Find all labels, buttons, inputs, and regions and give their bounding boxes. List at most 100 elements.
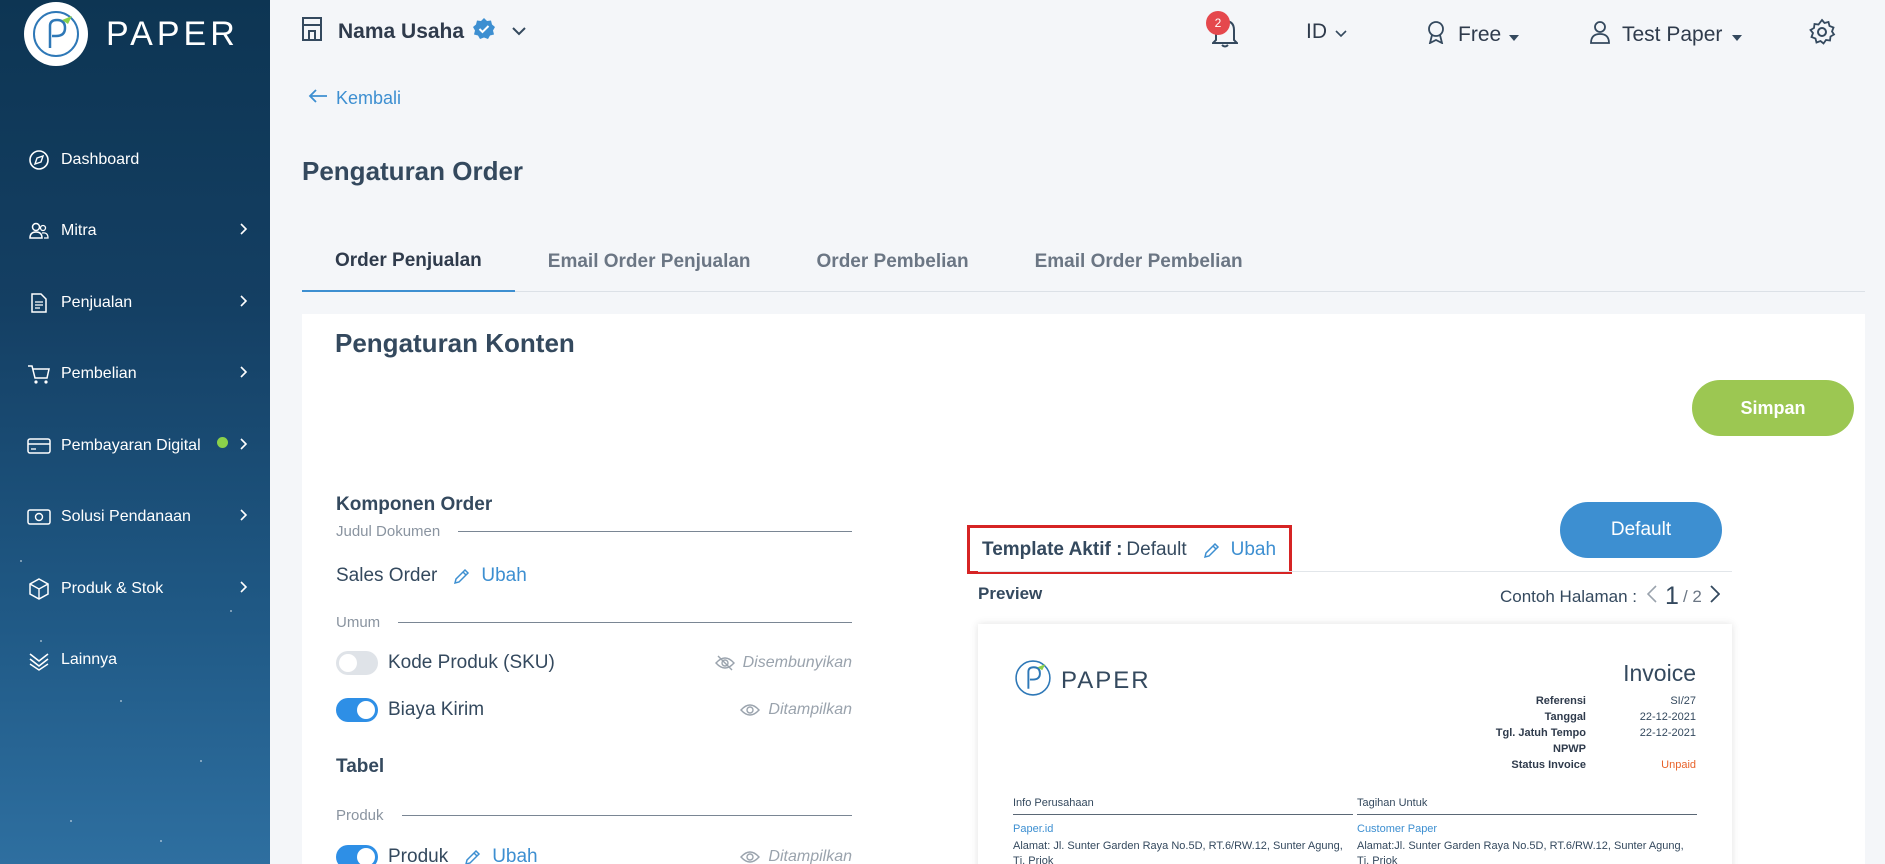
caret-down-icon xyxy=(1509,23,1520,47)
sidebar-item-label: Produk & Stok xyxy=(61,579,164,597)
document-title-row: Sales Order Ubah xyxy=(336,565,527,587)
active-template-value: Default xyxy=(1126,538,1187,560)
divider xyxy=(398,622,852,623)
judul-dokumen-label: Judul Dokumen xyxy=(336,523,852,540)
page-sample-pager: Contoh Halaman : 1 / 2 xyxy=(1500,582,1721,611)
default-template-button[interactable]: Default xyxy=(1560,502,1722,558)
chevron-right-icon xyxy=(240,294,248,312)
biaya-kirim-toggle[interactable] xyxy=(336,698,378,722)
caret-down-icon xyxy=(1732,23,1743,47)
tab-email-order-pembelian[interactable]: Email Order Pembelian xyxy=(1002,232,1276,292)
store-icon xyxy=(300,16,324,47)
status-dot xyxy=(216,437,228,449)
users-icon xyxy=(27,219,51,243)
sidebar-item-mitra[interactable]: Mitra xyxy=(0,196,270,268)
sidebar-item-label: Mitra xyxy=(61,222,97,240)
pencil-icon xyxy=(465,849,481,864)
chevron-right-icon[interactable] xyxy=(1710,585,1721,608)
notification-count-badge: 2 xyxy=(1206,11,1230,35)
user-menu[interactable]: Test Paper xyxy=(1590,20,1743,50)
tab-order-penjualan[interactable]: Order Penjualan xyxy=(302,232,515,292)
pencil-icon xyxy=(454,568,470,585)
page-total: / 2 xyxy=(1682,586,1702,606)
field-row-kode-produk: Kode Produk (SKU) Disembunyikan xyxy=(336,651,852,675)
sidebar-item-penjualan[interactable]: Penjualan xyxy=(0,267,270,339)
divider xyxy=(978,571,1732,572)
chevron-right-icon xyxy=(240,580,248,598)
tab-bar: Order Penjualan Email Order Penjualan Or… xyxy=(302,232,1865,292)
eye-icon xyxy=(740,851,761,863)
back-label: Kembali xyxy=(336,88,402,108)
kode-produk-toggle[interactable] xyxy=(336,651,378,675)
paper-logo-icon xyxy=(1013,658,1053,703)
chevron-down-icon[interactable] xyxy=(512,23,526,41)
back-link[interactable]: Kembali xyxy=(308,88,401,109)
page-current: 1 xyxy=(1665,582,1679,610)
umum-label: Umum xyxy=(336,614,852,631)
billing-info: Tagihan Untuk Customer Paper Alamat:Jl. … xyxy=(1357,797,1697,864)
invoice-meta: Referensi SI/27 Tanggal 22-12-2021 Tgl. Ja… xyxy=(1495,695,1696,771)
sidebar-item-label: Lainnya xyxy=(61,651,118,669)
invoice-brand: PAPER xyxy=(1013,658,1151,703)
status-badge: Unpaid xyxy=(1661,759,1696,771)
preview-label: Preview xyxy=(978,584,1043,603)
sidebar-item-produk-stok[interactable]: Produk & Stok xyxy=(0,553,270,625)
business-name: Nama Usaha xyxy=(338,19,465,43)
language-value: ID xyxy=(1306,20,1327,43)
card-icon xyxy=(27,434,51,458)
sidebar-item-pembelian[interactable]: Pembelian xyxy=(0,339,270,411)
eye-off-icon xyxy=(714,655,735,671)
tabel-heading: Tabel xyxy=(336,756,385,777)
chevron-right-icon xyxy=(240,222,248,240)
produk-section-label: Produk xyxy=(336,807,852,824)
box-icon xyxy=(27,577,51,601)
tab-order-pembelian[interactable]: Order Pembelian xyxy=(784,232,1002,292)
komponen-order-heading: Komponen Order xyxy=(336,494,493,515)
tab-email-order-penjualan[interactable]: Email Order Penjualan xyxy=(515,232,784,292)
pencil-icon xyxy=(1203,542,1219,558)
notification-button[interactable]: 2 xyxy=(1200,11,1240,54)
content-settings-card: Pengaturan Konten Simpan Komponen Order … xyxy=(302,314,1865,864)
sidebar-item-label: Penjualan xyxy=(61,293,133,311)
award-icon xyxy=(1426,20,1446,50)
field-status: Ditampilkan xyxy=(740,701,852,719)
document-icon xyxy=(27,291,51,315)
cart-icon xyxy=(27,362,51,386)
chevron-left-icon[interactable] xyxy=(1646,585,1657,608)
arrow-left-icon xyxy=(308,88,328,109)
sidebar-nav: Dashboard Mitra Penjualan Pembelian Pemb… xyxy=(0,124,270,696)
sidebar-item-label: Solusi Pendanaan xyxy=(61,508,191,526)
sidebar-item-pembayaran-digital[interactable]: Pembayaran Digital xyxy=(0,410,270,482)
save-button[interactable]: Simpan xyxy=(1692,380,1854,436)
funding-icon xyxy=(27,505,51,529)
gear-icon xyxy=(1808,18,1836,50)
field-row-produk: Produk Ubah Ditampilkan xyxy=(336,845,852,864)
business-switcher[interactable]: Nama Usaha xyxy=(300,16,526,47)
chevron-right-icon xyxy=(240,365,248,383)
active-template-label: Template Aktif : xyxy=(982,538,1123,560)
divider xyxy=(401,815,852,816)
change-template-button[interactable]: Ubah xyxy=(1203,539,1276,561)
company-info: Info Perusahaan Paper.id Alamat: Jl. Sun… xyxy=(1013,797,1353,864)
sidebar-item-solusi-pendanaan[interactable]: Solusi Pendanaan xyxy=(0,482,270,554)
plan-selector[interactable]: Free xyxy=(1426,20,1520,50)
settings-button[interactable] xyxy=(1808,18,1836,51)
sidebar-item-label: Pembelian xyxy=(61,365,137,383)
sidebar-item-dashboard[interactable]: Dashboard xyxy=(0,124,270,196)
sidebar-item-lainnya[interactable]: Lainnya xyxy=(0,625,270,697)
layers-icon xyxy=(27,648,51,672)
brand[interactable]: PAPER xyxy=(24,2,239,66)
field-status: Disembunyikan xyxy=(714,654,852,672)
plan-value: Free xyxy=(1458,23,1502,46)
produk-toggle[interactable] xyxy=(336,845,378,864)
topbar: Nama Usaha 2 ID Free Test Paper xyxy=(270,0,1885,66)
language-selector[interactable]: ID xyxy=(1306,20,1347,44)
edit-document-title-button[interactable]: Ubah xyxy=(453,565,527,587)
chevron-down-icon xyxy=(1335,20,1347,44)
edit-produk-button[interactable]: Ubah xyxy=(464,846,538,864)
sidebar-item-label: Dashboard xyxy=(61,150,140,168)
field-status: Ditampilkan xyxy=(740,848,852,864)
field-row-biaya-kirim: Biaya Kirim Ditampilkan xyxy=(336,698,852,722)
user-name: Test Paper xyxy=(1622,23,1723,46)
chevron-right-icon xyxy=(240,508,248,526)
